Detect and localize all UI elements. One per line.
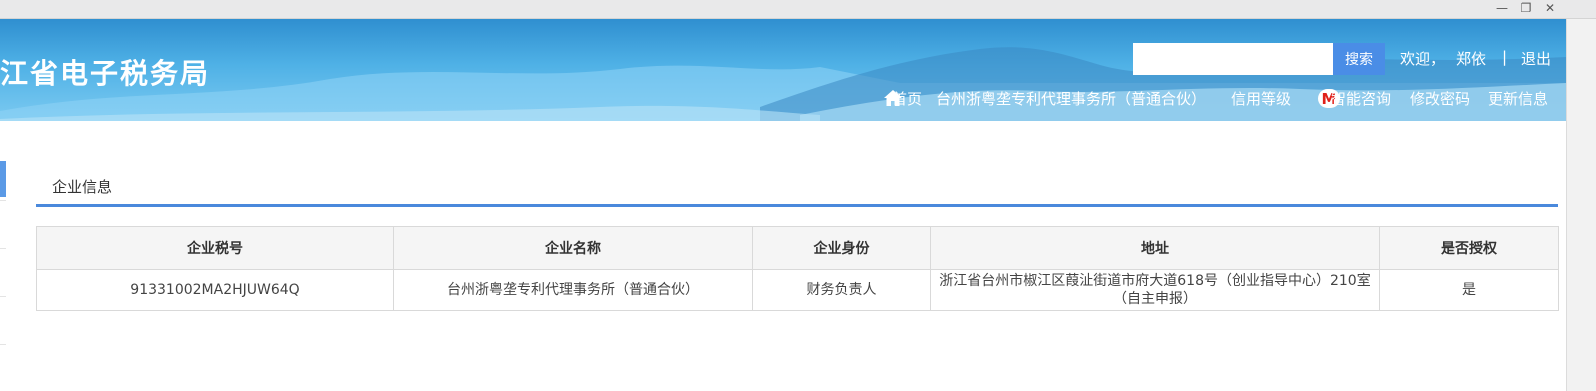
nav-company[interactable]: 台州浙粤垄专利代理事务所（普通合伙） [936,88,1206,109]
user-separator: | [1502,48,1508,66]
company-info-table: 企业税号 企业名称 企业身份 地址 是否授权 91331002MA2HJUW64… [36,226,1559,311]
table-row[interactable]: 91331002MA2HJUW64Q 台州浙粤垄专利代理事务所（普通合伙） 财务… [36,269,1559,311]
cell-authorized: 是 [1379,269,1559,311]
column-header-identity: 企业身份 [752,226,931,270]
restore-icon[interactable]: ❐ [1515,0,1537,16]
side-menu-divider [0,344,6,345]
column-header-tax-id: 企业税号 [36,226,394,270]
side-menu-active-edge[interactable] [0,161,6,197]
nav-credit-level[interactable]: 信用等级 [1231,88,1291,109]
user-name-link[interactable]: 郑依 [1456,48,1486,69]
side-menu-divider [0,296,6,297]
tab-company-info[interactable]: 企业信息 [52,176,112,197]
cell-company-name: 台州浙粤垄专利代理事务所（普通合伙） [393,269,753,311]
nav-update-info[interactable]: 更新信息 [1488,88,1548,109]
minimize-icon[interactable]: — [1491,0,1513,16]
welcome-text: 欢迎， [1400,50,1446,68]
table-header-row: 企业税号 企业名称 企业身份 地址 是否授权 [36,226,1559,270]
side-menu-divider [0,248,6,249]
nav-change-password[interactable]: 修改密码 [1410,88,1470,109]
close-icon[interactable]: ✕ [1539,0,1561,16]
cell-identity: 财务负责人 [752,269,931,311]
window-titlebar: — ❐ ✕ [0,0,1596,19]
column-header-authorized: 是否授权 [1379,226,1559,270]
tab-underline [36,204,1558,207]
search-input[interactable] [1133,43,1333,75]
column-header-address: 地址 [930,226,1380,270]
site-header: 江省电子税务局 搜索 欢迎， 郑依 | 退出 首页 台州浙粤垄专利代理事务所（普… [0,19,1566,121]
logout-link[interactable]: 退出 [1521,48,1551,69]
site-title: 江省电子税务局 [0,57,211,90]
page-scrollbar[interactable] [1566,19,1596,391]
side-menu-divider [0,200,6,201]
nav-home[interactable]: 首页 [892,88,922,109]
cell-tax-id: 91331002MA2HJUW64Q [36,269,394,311]
column-header-company-name: 企业名称 [393,226,753,270]
cell-address: 浙江省台州市椒江区葭沚街道市府大道618号（创业指导中心）210室（自主申报） [930,269,1380,311]
nav-smart-consult[interactable]: 智能咨询 [1331,88,1391,109]
search-button[interactable]: 搜索 [1333,43,1385,75]
